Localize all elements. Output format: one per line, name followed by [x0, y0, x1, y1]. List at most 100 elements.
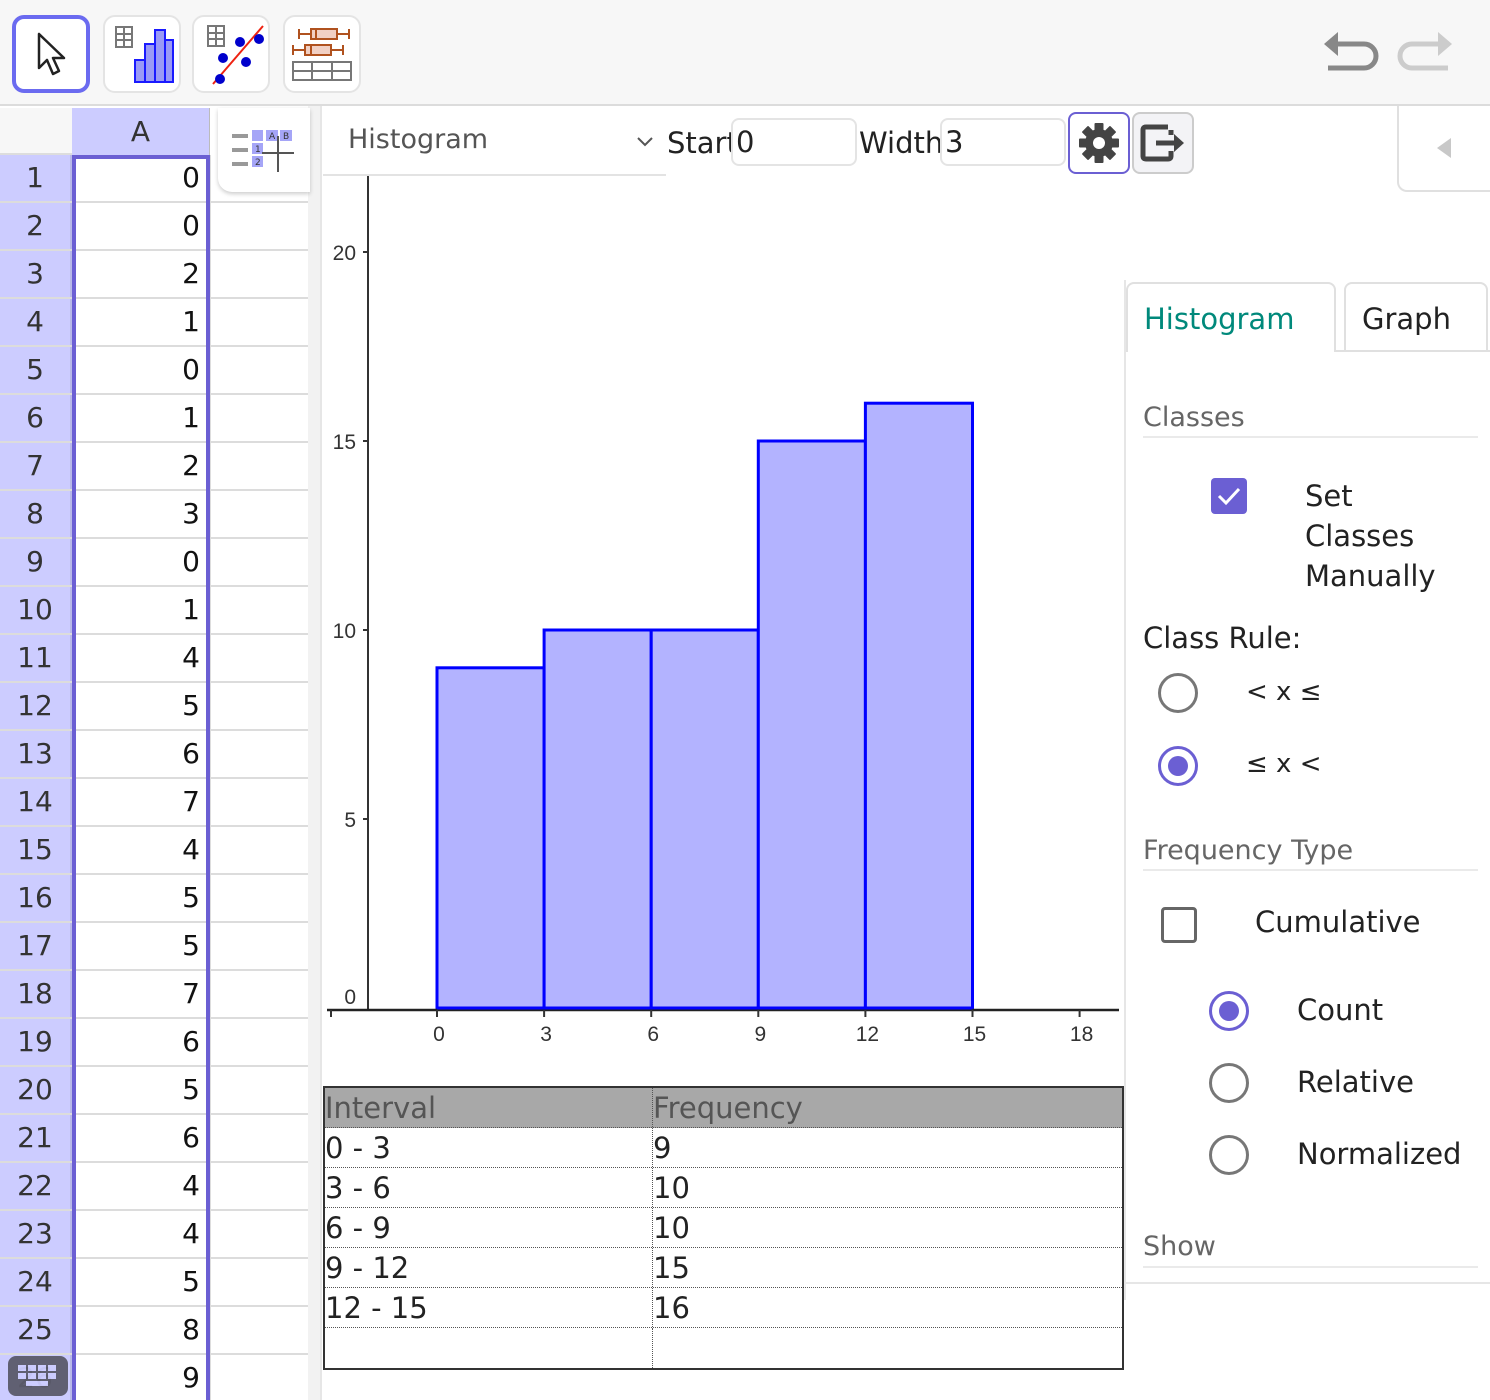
cell-a[interactable]: 1 [72, 299, 210, 345]
cell-b[interactable] [210, 347, 308, 393]
row-header[interactable]: 19 [0, 1019, 72, 1065]
cell-a[interactable]: 4 [72, 827, 210, 873]
spreadsheet-options-button[interactable]: AB 1 2 [218, 108, 310, 192]
column-header-a[interactable]: A [72, 108, 210, 155]
row-header[interactable]: 3 [0, 251, 72, 297]
cell-a[interactable]: 0 [72, 203, 210, 249]
cell-b[interactable] [210, 1067, 308, 1113]
cell-a[interactable]: 7 [72, 971, 210, 1017]
cell-a[interactable]: 9 [72, 1355, 210, 1400]
cell-a[interactable]: 0 [72, 347, 210, 393]
keyboard-button[interactable] [8, 1356, 68, 1396]
multi-variable-analysis-button[interactable] [283, 15, 361, 93]
cell-a[interactable]: 5 [72, 1259, 210, 1305]
cell-a[interactable]: 6 [72, 731, 210, 777]
class-rule-radio-right-open[interactable] [1158, 746, 1198, 786]
cell-b[interactable] [210, 251, 308, 297]
row-header[interactable]: 24 [0, 1259, 72, 1305]
row-header[interactable]: 7 [0, 443, 72, 489]
two-variable-regression-button[interactable] [192, 15, 270, 93]
row-header[interactable]: 2 [0, 203, 72, 249]
cell-a[interactable]: 4 [72, 1211, 210, 1257]
tab-histogram[interactable]: Histogram [1126, 282, 1336, 352]
one-variable-analysis-button[interactable] [103, 15, 181, 93]
row-header[interactable]: 1 [0, 155, 72, 201]
cumulative-checkbox[interactable] [1161, 907, 1197, 943]
set-classes-manually-checkbox[interactable] [1211, 478, 1247, 514]
cell-a[interactable]: 1 [72, 587, 210, 633]
cell-b[interactable] [210, 971, 308, 1017]
row-header[interactable]: 13 [0, 731, 72, 777]
cell-b[interactable] [210, 1163, 308, 1209]
cell-a[interactable]: 2 [72, 251, 210, 297]
cell-b[interactable] [210, 443, 308, 489]
row-header[interactable]: 15 [0, 827, 72, 873]
cell-b[interactable] [210, 875, 308, 921]
cell-b[interactable] [210, 1259, 308, 1305]
cell-a[interactable]: 4 [72, 635, 210, 681]
spreadsheet-scrollbar[interactable] [308, 106, 320, 1400]
cell-b[interactable] [210, 683, 308, 729]
row-header[interactable]: 22 [0, 1163, 72, 1209]
tab-graph[interactable]: Graph [1344, 282, 1488, 352]
row-header[interactable]: 16 [0, 875, 72, 921]
cell-a[interactable]: 1 [72, 395, 210, 441]
move-tool-button[interactable] [12, 15, 90, 93]
export-button[interactable] [1132, 112, 1194, 174]
cell-a[interactable]: 4 [72, 1163, 210, 1209]
row-header[interactable]: 5 [0, 347, 72, 393]
undo-button[interactable] [1320, 28, 1384, 84]
row-header[interactable]: 18 [0, 971, 72, 1017]
cell-a[interactable]: 5 [72, 923, 210, 969]
cell-a[interactable]: 8 [72, 1307, 210, 1353]
cell-a[interactable]: 5 [72, 875, 210, 921]
cell-a[interactable]: 2 [72, 443, 210, 489]
cell-b[interactable] [210, 635, 308, 681]
row-header[interactable]: 8 [0, 491, 72, 537]
spreadsheet-corner[interactable] [0, 108, 72, 155]
redo-button[interactable] [1392, 28, 1456, 84]
cell-b[interactable] [210, 1115, 308, 1161]
cell-b[interactable] [210, 395, 308, 441]
row-header[interactable]: 23 [0, 1211, 72, 1257]
cell-b[interactable] [210, 587, 308, 633]
cell-b[interactable] [210, 299, 308, 345]
row-header[interactable]: 17 [0, 923, 72, 969]
row-header[interactable]: 25 [0, 1307, 72, 1353]
cell-b[interactable] [210, 779, 308, 825]
row-header[interactable]: 20 [0, 1067, 72, 1113]
cell-b[interactable] [210, 1307, 308, 1353]
row-header[interactable]: 14 [0, 779, 72, 825]
cell-a[interactable]: 0 [72, 155, 210, 201]
collapse-settings-button[interactable] [1397, 106, 1490, 192]
row-header[interactable]: 4 [0, 299, 72, 345]
chart-type-dropdown[interactable]: Histogram [323, 106, 666, 176]
cell-a[interactable]: 6 [72, 1115, 210, 1161]
start-input[interactable]: 0 [731, 118, 857, 166]
cell-a[interactable]: 3 [72, 491, 210, 537]
frequency-count-radio[interactable] [1209, 991, 1249, 1031]
cell-a[interactable]: 5 [72, 683, 210, 729]
row-header[interactable]: 12 [0, 683, 72, 729]
cell-a[interactable]: 6 [72, 1019, 210, 1065]
cell-b[interactable] [210, 491, 308, 537]
frequency-normalized-radio[interactable] [1209, 1135, 1249, 1175]
cell-b[interactable] [210, 1211, 308, 1257]
row-header[interactable]: 10 [0, 587, 72, 633]
cell-b[interactable] [210, 731, 308, 777]
settings-button[interactable] [1068, 112, 1130, 174]
cell-b[interactable] [210, 539, 308, 585]
row-header[interactable]: 9 [0, 539, 72, 585]
class-rule-radio-left-open[interactable] [1158, 673, 1198, 713]
row-header[interactable]: 11 [0, 635, 72, 681]
frequency-relative-radio[interactable] [1209, 1063, 1249, 1103]
cell-b[interactable] [210, 827, 308, 873]
cell-b[interactable] [210, 923, 308, 969]
row-header[interactable]: 21 [0, 1115, 72, 1161]
cell-a[interactable]: 5 [72, 1067, 210, 1113]
cell-b[interactable] [210, 1355, 308, 1400]
cell-b[interactable] [210, 203, 308, 249]
cell-a[interactable]: 0 [72, 539, 210, 585]
row-header[interactable]: 6 [0, 395, 72, 441]
cell-b[interactable] [210, 1019, 308, 1065]
